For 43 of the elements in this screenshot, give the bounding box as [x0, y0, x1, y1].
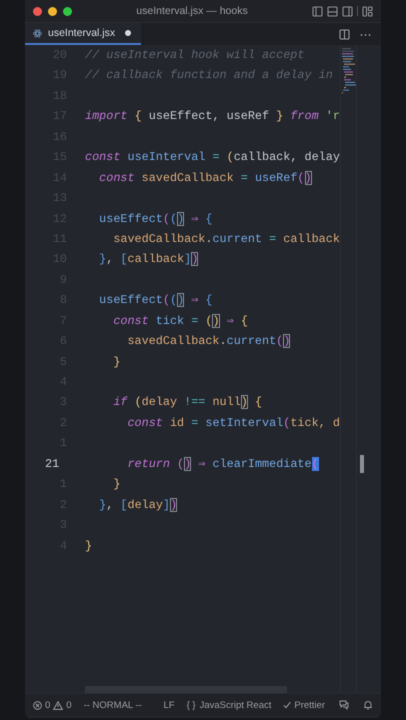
- code-line: useEffect(() ⇒ {: [98, 292, 214, 310]
- code-line: }: [112, 354, 122, 371]
- vim-mode: -- NORMAL --: [84, 700, 142, 710]
- line-number: 21: [44, 456, 60, 473]
- code-line: useEffect(() ⇒ {: [98, 210, 214, 228]
- code-line: // useInterval hook will accept: [85, 47, 306, 64]
- code-line: }, [callback]): [98, 251, 200, 268]
- text-cursor-icon: [360, 455, 364, 473]
- code-line: const savedCallback = useRef(): [98, 170, 313, 187]
- code-line: }: [112, 476, 122, 494]
- maximize-button[interactable]: [63, 6, 72, 16]
- check-icon: [283, 701, 292, 709]
- warning-icon: [53, 700, 64, 710]
- panel-toggle-icon[interactable]: [327, 6, 338, 16]
- code-line: const tick = () ⇒ {: [112, 312, 249, 330]
- sidebar-toggle-icon[interactable]: [312, 6, 323, 16]
- error-icon: [33, 700, 42, 710]
- error-count: 0: [45, 700, 50, 710]
- split-editor-icon[interactable]: [339, 28, 350, 40]
- code-line: const id = setInterval(tick, d: [126, 414, 340, 432]
- line-ending[interactable]: LF: [163, 700, 175, 710]
- secondary-sidebar-icon[interactable]: [342, 6, 353, 16]
- editor-tab[interactable]: useInterval.jsx: [25, 23, 142, 45]
- code-line: }: [85, 538, 94, 554]
- language-mode[interactable]: JavaScript React: [200, 700, 272, 710]
- language-icon: { }: [186, 700, 196, 710]
- code-line: return () ⇒ clearImmediate(: [126, 456, 320, 473]
- code-line: savedCallback.current(): [126, 333, 292, 350]
- bell-icon[interactable]: [363, 700, 373, 710]
- code-line: const useInterval = (callback, delay: [85, 149, 340, 166]
- close-button[interactable]: [33, 6, 42, 16]
- code-line: // callback function and a delay in: [85, 67, 334, 84]
- window-title: useInterval.jsx — hooks: [135, 5, 249, 17]
- code-line: savedCallback.current = callback: [112, 230, 340, 248]
- formatter-status[interactable]: Prettier: [294, 700, 325, 710]
- code-line: import { useEffect, useRef } from 'r: [85, 108, 340, 126]
- code-line: }, [delay]): [98, 496, 178, 514]
- react-icon: [33, 28, 42, 38]
- warning-count: 0: [66, 700, 72, 710]
- minimize-button[interactable]: [48, 6, 57, 16]
- code-line: if (delay !== null) {: [112, 394, 264, 412]
- feedback-icon[interactable]: [339, 700, 349, 710]
- layout-icon[interactable]: [362, 6, 373, 16]
